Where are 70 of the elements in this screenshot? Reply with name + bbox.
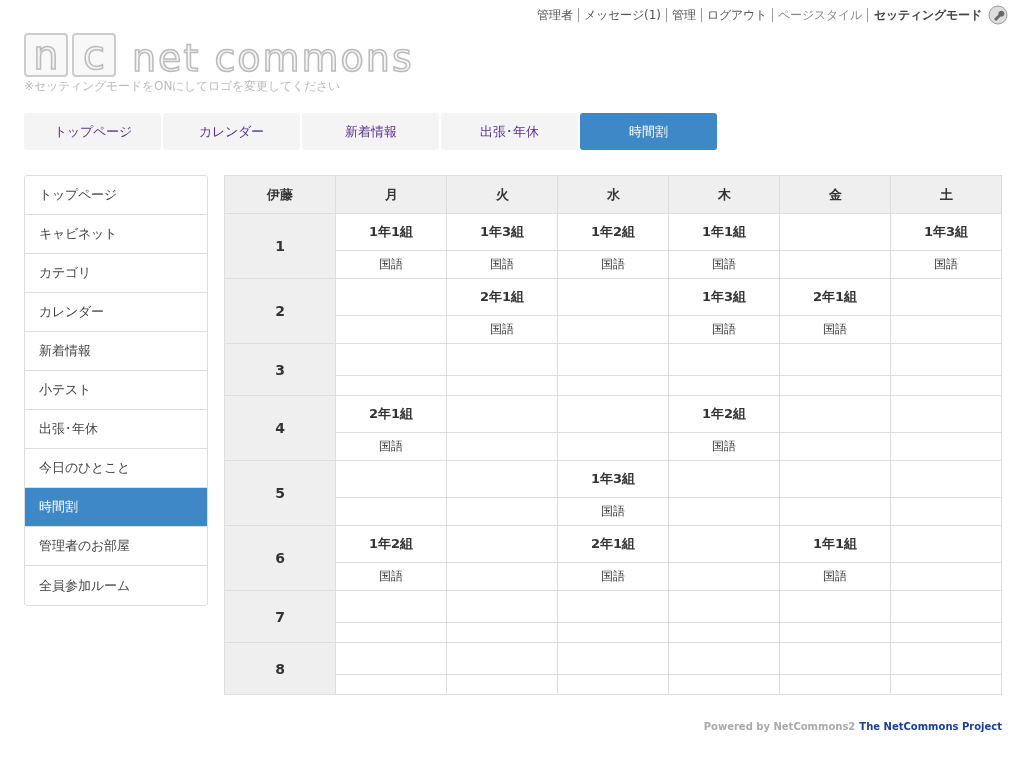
sidebar-item[interactable]: キャビネット — [25, 215, 207, 254]
period-cell: 5 — [224, 460, 336, 526]
project-link[interactable]: The NetCommons Project — [859, 721, 1002, 732]
header-link[interactable]: ページスタイル — [773, 8, 868, 22]
sidebar-item[interactable]: 出張･年休 — [25, 410, 207, 449]
teacher-header: 伊藤 — [224, 175, 336, 214]
day-header: 木 — [668, 175, 780, 214]
period-cell: 6 — [224, 525, 336, 591]
nav-tab[interactable]: 新着情報 — [302, 113, 439, 150]
subject-cell: 国語 — [557, 497, 669, 526]
day-header: 土 — [890, 175, 1002, 214]
subject-cell: 国語 — [668, 315, 780, 344]
period-cell: 2 — [224, 278, 336, 344]
day-header: 金 — [779, 175, 891, 214]
period-cell: 1 — [224, 213, 336, 279]
logo-letter: n — [24, 33, 68, 77]
day-header: 水 — [557, 175, 669, 214]
nav-tab[interactable]: 出張･年休 — [441, 113, 578, 150]
sidebar-item[interactable]: 全員参加ルーム — [25, 566, 207, 605]
subject-cell: 国語 — [335, 562, 447, 591]
nav-tab[interactable]: 時間割 — [580, 113, 717, 150]
powered-by-text: Powered by NetCommons2 — [703, 721, 856, 732]
class-cell: 1年1組 — [779, 525, 891, 563]
class-cell: 2年1組 — [557, 525, 669, 563]
class-cell: 1年2組 — [335, 525, 447, 563]
class-cell: 2年1組 — [335, 395, 447, 433]
subject-cell: 国語 — [446, 250, 558, 279]
logo-letter: c — [72, 33, 116, 77]
class-cell: 1年1組 — [335, 213, 447, 251]
period-cell: 4 — [224, 395, 336, 461]
subject-cell: 国語 — [557, 250, 669, 279]
subject-cell: 国語 — [668, 250, 780, 279]
nav-tab[interactable]: トップページ — [24, 113, 161, 150]
subject-cell: 国語 — [335, 432, 447, 461]
period-cell: 8 — [224, 642, 336, 695]
class-cell: 1年1組 — [668, 213, 780, 251]
class-cell: 1年3組 — [557, 460, 669, 498]
period-cell: 7 — [224, 590, 336, 643]
header-link[interactable]: 管理 — [667, 8, 702, 22]
wrench-icon[interactable] — [988, 5, 1008, 25]
subject-cell: 国語 — [446, 315, 558, 344]
nav-tab[interactable]: カレンダー — [163, 113, 300, 150]
class-cell: 1年2組 — [557, 213, 669, 251]
class-cell: 1年2組 — [668, 395, 780, 433]
class-cell: 1年3組 — [890, 213, 1002, 251]
header-link[interactable]: 管理者 — [532, 8, 579, 22]
subject-cell: 国語 — [779, 315, 891, 344]
sidebar-item[interactable]: カレンダー — [25, 293, 207, 332]
day-header: 火 — [446, 175, 558, 214]
subject-cell: 国語 — [779, 562, 891, 591]
logo-text: net commons — [132, 39, 414, 77]
period-cell: 3 — [224, 343, 336, 396]
sidebar-item[interactable]: 小テスト — [25, 371, 207, 410]
sidebar-item[interactable]: 管理者のお部屋 — [25, 527, 207, 566]
sidebar-item[interactable]: 新着情報 — [25, 332, 207, 371]
setting-mode-link[interactable]: セッティングモード — [868, 6, 988, 24]
header-link[interactable]: メッセージ(1) — [579, 8, 667, 22]
sidebar-item[interactable]: 時間割 — [25, 488, 207, 527]
subject-cell: 国語 — [890, 250, 1002, 279]
class-cell: 2年1組 — [779, 278, 891, 316]
subject-cell: 国語 — [335, 250, 447, 279]
header-link[interactable]: ログアウト — [702, 8, 773, 22]
class-cell: 1年3組 — [668, 278, 780, 316]
class-cell: 2年1組 — [446, 278, 558, 316]
subject-cell: 国語 — [557, 562, 669, 591]
day-header: 月 — [335, 175, 447, 214]
sidebar-item[interactable]: カテゴリ — [25, 254, 207, 293]
sidebar-item[interactable]: トップページ — [25, 176, 207, 215]
class-cell: 1年3組 — [446, 213, 558, 251]
subject-cell: 国語 — [668, 432, 780, 461]
